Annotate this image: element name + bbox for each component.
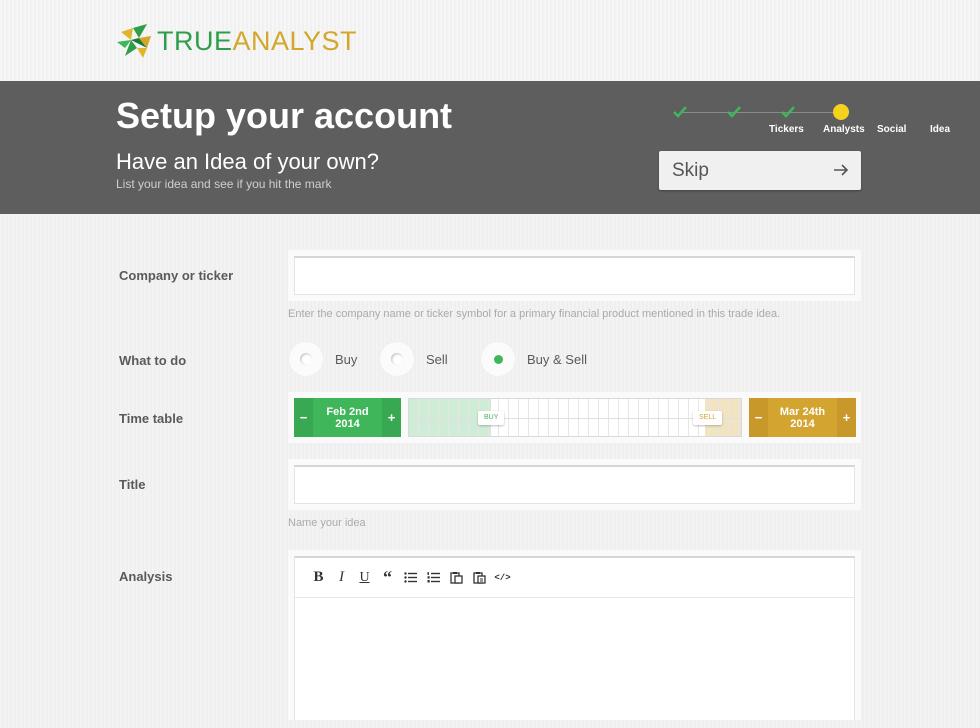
step-tickers[interactable]: Tickers	[650, 103, 804, 135]
company-hint: Enter the company name or ticker symbol …	[288, 308, 781, 320]
company-label: Company or ticker	[119, 268, 234, 283]
start-date-picker: − Feb 2nd 2014 +	[294, 398, 401, 437]
title-label: Title	[119, 477, 146, 492]
radio-label: Buy & Sell	[527, 351, 587, 367]
step-idea: Idea	[811, 103, 950, 135]
radio-indicator	[300, 353, 312, 365]
analysis-editor: B I U “ </>	[294, 556, 855, 720]
end-date-display[interactable]: Mar 24th 2014	[768, 398, 837, 437]
title-input[interactable]	[295, 467, 854, 503]
start-date-line1: Feb 2nd	[326, 405, 369, 418]
start-date-line2: 2014	[335, 417, 360, 430]
paste-icon[interactable]	[445, 568, 468, 588]
logo-icon	[117, 24, 151, 58]
arrow-right-icon	[834, 164, 849, 176]
page-title: Setup your account	[116, 95, 453, 136]
skip-button[interactable]: Skip	[659, 151, 861, 190]
logo-true-text: TRUE	[157, 26, 233, 56]
editor-toolbar: B I U “ </>	[295, 558, 854, 598]
quote-icon[interactable]: “	[376, 567, 399, 588]
what-to-do-radio-group: Buy Sell Buy & Sell	[288, 341, 587, 377]
end-date-increment-button[interactable]: +	[837, 398, 856, 437]
page-subtitle: Have an Idea of your own?	[116, 149, 379, 174]
top-bar: TRUEANALYST	[0, 0, 980, 81]
step-label: Social	[877, 124, 907, 135]
timeline-slider[interactable]: BUY SELL	[408, 398, 742, 437]
radio-indicator	[391, 353, 403, 365]
bold-icon[interactable]: B	[307, 568, 330, 588]
start-date-display[interactable]: Feb 2nd 2014	[313, 398, 382, 437]
timeline-midline	[409, 418, 741, 419]
title-field-wrap	[288, 459, 861, 510]
company-input[interactable]	[295, 258, 854, 294]
logo[interactable]: TRUEANALYST	[117, 22, 357, 60]
analysis-editor-body[interactable]	[295, 598, 854, 728]
analysis-label: Analysis	[119, 569, 173, 584]
step-label: Tickers	[769, 124, 804, 135]
check-icon	[673, 106, 687, 118]
underline-icon[interactable]: U	[353, 568, 376, 588]
start-date-decrement-button[interactable]: −	[294, 398, 313, 437]
step-label: Analysts	[823, 124, 865, 135]
what-to-do-label: What to do	[119, 353, 187, 368]
end-date-decrement-button[interactable]: −	[749, 398, 768, 437]
radio-buy-and-sell[interactable]: Buy & Sell	[480, 341, 587, 377]
sell-handle[interactable]: SELL	[693, 411, 723, 425]
logo-analyst-text: ANALYST	[232, 26, 358, 56]
company-field-wrap	[288, 250, 861, 301]
bullet-list-icon[interactable]	[399, 568, 422, 588]
check-icon	[727, 106, 741, 118]
radio-label: Buy	[335, 351, 358, 367]
check-icon	[781, 106, 795, 118]
paste-text-icon[interactable]	[468, 568, 491, 588]
code-icon[interactable]: </>	[491, 568, 514, 588]
analysis-editor-wrap: B I U “ </>	[288, 550, 861, 720]
start-date-increment-button[interactable]: +	[382, 398, 401, 437]
end-date-line2: 2014	[790, 417, 815, 430]
radio-indicator-selected	[493, 354, 503, 364]
italic-icon[interactable]: I	[330, 568, 353, 588]
step-analysts[interactable]: Analysts	[704, 103, 865, 135]
step-label: Idea	[930, 124, 951, 135]
skip-label: Skip	[672, 160, 709, 181]
radio-sell[interactable]: Sell	[379, 341, 480, 377]
end-date-line1: Mar 24th	[779, 405, 826, 418]
end-date-picker: − Mar 24th 2014 +	[749, 398, 856, 437]
logo-text: TRUEANALYST	[157, 22, 357, 60]
radio-buy[interactable]: Buy	[288, 341, 379, 377]
numbered-list-icon[interactable]	[422, 568, 445, 588]
current-step-dot	[833, 104, 849, 120]
buy-handle[interactable]: BUY	[478, 411, 505, 425]
radio-label: Sell	[426, 351, 448, 367]
setup-header: Setup your account Have an Idea of your …	[0, 81, 980, 214]
time-table-label: Time table	[119, 411, 184, 426]
step-social[interactable]: Social	[758, 103, 906, 135]
progress-steps: Tickers Analysts Social Idea	[660, 103, 950, 143]
time-table: − Feb 2nd 2014 + BUY SELL − Mar 24th 201…	[288, 392, 861, 443]
page-description: List your idea and see if you hit the ma…	[116, 177, 332, 191]
title-hint: Name your idea	[288, 517, 366, 529]
